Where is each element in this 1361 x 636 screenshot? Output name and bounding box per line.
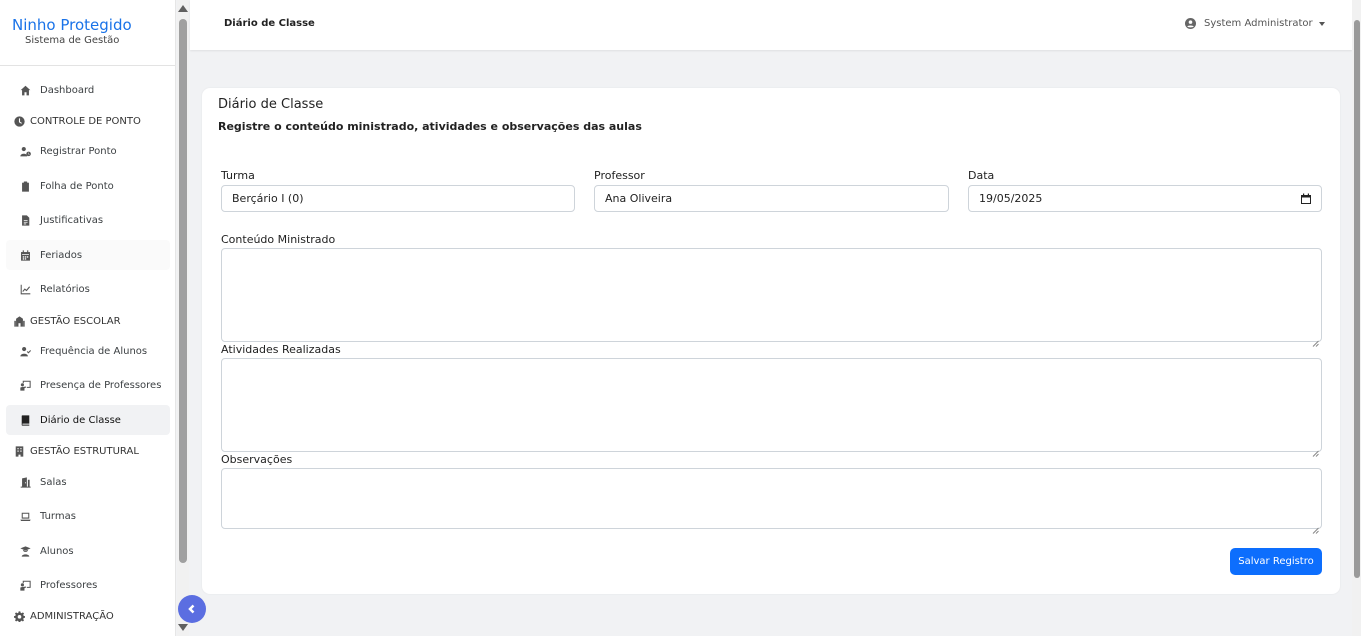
sidebar-item-relatorios[interactable]: Relatórios [6,274,170,304]
sidebar-item-label: Frequência de Alunos [40,345,148,357]
sidebar-section-label: GESTÃO ESTRUTURAL [30,445,139,457]
sidebar-item-label: Professores [40,579,98,591]
sidebar-item-alunos[interactable]: Alunos [6,536,170,566]
file-icon [18,213,32,227]
gear-icon [12,609,26,623]
calendar-icon[interactable] [1300,193,1312,205]
user-check-icon [18,344,32,358]
sidebar-item-turmas[interactable]: Turmas [6,501,170,531]
conteudo-textarea[interactable] [221,248,1322,347]
turma-label: Turma [221,169,255,182]
sidebar-item-justificativas[interactable]: Justificativas [6,205,170,235]
sidebar-item-salas[interactable]: Salas [6,467,170,497]
scroll-up-arrow-icon[interactable] [178,5,188,12]
turma-value: Berçário I (0) [232,192,304,205]
calendar-icon [18,248,32,262]
sidebar-item-registrar-ponto[interactable]: Registrar Ponto [6,136,170,166]
sidebar-item-label: Relatórios [40,283,90,295]
sidebar-item-label: Alunos [40,545,74,557]
page-title: Diário de Classe [224,18,315,29]
sidebar-item-feriados[interactable]: Feriados [6,240,170,270]
date-value: 19/05/2025 [979,192,1043,205]
user-clock-icon [18,144,32,158]
professor-field[interactable]: Ana Oliveira [594,185,949,212]
diario-card: Diário de Classe Registre o conteúdo min… [202,88,1340,594]
chalkboard-teacher-icon [18,378,32,392]
building-icon [12,444,26,458]
card-subtitle: Registre o conteúdo ministrado, atividad… [218,120,642,133]
sidebar-item-label: Salas [40,476,67,488]
sidebar-scrollbar-thumb[interactable] [179,19,187,563]
sidebar-item-presenca-de-professores[interactable]: Presença de Professores [6,370,170,400]
chevron-left-icon [188,604,195,614]
topbar: Diário de Classe System Administrator [190,0,1352,50]
data-label: Data [968,169,995,182]
sidebar-section-label: ADMINISTRAÇÃO [30,610,114,622]
door-icon [18,475,32,489]
card-title: Diário de Classe [218,97,324,112]
atividades-textarea[interactable] [221,358,1322,457]
resize-handle-icon[interactable] [1312,519,1319,534]
sidebar-item-label: Justificativas [40,214,104,226]
sidebar-item-label: Dashboard [40,84,95,96]
sidebar-section-gestao-estrutural[interactable]: GESTÃO ESTRUTURAL [6,441,170,461]
sidebar-section-controle-de-ponto[interactable]: CONTROLE DE PONTO [6,111,170,131]
sidebar-item-label: Registrar Ponto [40,145,117,157]
user-circle-icon [1185,18,1196,29]
scroll-down-arrow-icon[interactable] [178,624,188,631]
sidebar-section-gestao-escolar[interactable]: GESTÃO ESCOLAR [6,311,170,331]
atividades-label: Atividades Realizadas [221,343,341,356]
chalkboard-teacher-icon [18,578,32,592]
observacoes-textarea[interactable] [221,468,1322,534]
school-icon [12,314,26,328]
sidebar-item-professores[interactable]: Professores [6,570,170,600]
sidebar-item-label: Diário de Classe [40,414,121,426]
observacoes-label: Observações [221,453,293,466]
graduate-icon [18,544,32,558]
sidebar-section-label: CONTROLE DE PONTO [30,115,141,127]
sidebar-section-label: GESTÃO ESCOLAR [30,315,121,327]
sidebar-item-diario-de-classe[interactable]: Diário de Classe [6,405,170,435]
resize-handle-icon[interactable] [1312,332,1319,347]
brand[interactable]: Ninho Protegido Sistema de Gestão [0,0,175,66]
home-icon [18,83,32,97]
laptop-icon [18,509,32,523]
user-name: System Administrator [1204,18,1313,29]
clipboard-icon [18,179,32,193]
sidebar-item-dashboard[interactable]: Dashboard [6,75,170,105]
turma-select[interactable]: Berçário I (0) [221,185,575,212]
save-button[interactable]: Salvar Registro [1230,548,1322,575]
book-icon [18,413,32,427]
clock-icon [12,114,26,128]
sidebar-item-label: Presença de Professores [40,379,162,391]
brand-title: Ninho Protegido [12,16,132,34]
sidebar-item-folha-de-ponto[interactable]: Folha de Ponto [6,171,170,201]
sidebar-item-label: Feriados [40,249,83,261]
conteudo-label: Conteúdo Ministrado [221,233,336,246]
sidebar: Ninho Protegido Sistema de Gestão Dashbo… [0,0,176,636]
date-input[interactable]: 19/05/2025 [968,185,1322,212]
sidebar-section-administracao[interactable]: ADMINISTRAÇÃO [6,606,170,626]
professor-label: Professor [594,169,645,182]
sidebar-item-frequencia-de-alunos[interactable]: Frequência de Alunos [6,336,170,366]
caret-down-icon [1318,21,1325,26]
professor-value: Ana Oliveira [605,192,673,205]
sidebar-item-label: Turmas [40,510,76,522]
brand-subtitle: Sistema de Gestão [25,35,120,46]
collapse-sidebar-button[interactable] [178,595,206,623]
main-scrollbar-thumb[interactable] [1354,20,1360,578]
sidebar-item-label: Folha de Ponto [40,180,114,192]
chart-line-icon [18,282,32,296]
user-menu[interactable]: System Administrator [1185,18,1325,29]
resize-handle-icon[interactable] [1312,442,1319,457]
